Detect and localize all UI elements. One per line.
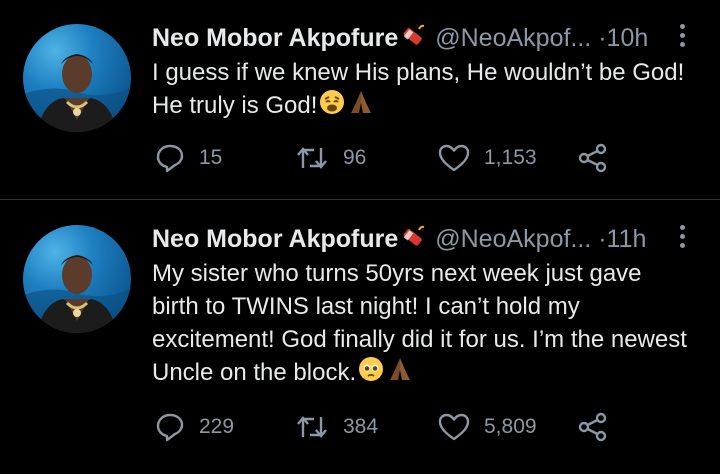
retweet-icon bbox=[297, 416, 327, 438]
reply-count: 229 bbox=[199, 415, 235, 438]
tweet-text-content: I guess if we knew His plans, He wouldn’… bbox=[152, 59, 685, 119]
avatar-photo bbox=[23, 255, 131, 333]
reply-count: 15 bbox=[199, 146, 223, 169]
retweet-button[interactable]: 384 bbox=[295, 409, 378, 445]
like-count: 5,809 bbox=[484, 415, 537, 438]
more-options-icon[interactable] bbox=[678, 225, 686, 253]
folded-hands-emoji-icon bbox=[386, 356, 414, 391]
firecracker-icon bbox=[400, 224, 428, 256]
share-button[interactable] bbox=[577, 140, 609, 176]
like-button[interactable]: 1,153 bbox=[438, 140, 537, 176]
tweet-actions: 229 384 5,809 bbox=[155, 409, 635, 445]
like-count: 1,153 bbox=[484, 146, 537, 169]
weary-face-emoji-icon bbox=[319, 89, 345, 124]
share-icon bbox=[578, 412, 607, 442]
author-name[interactable]: Neo Mobor Akpofure bbox=[152, 24, 398, 52]
timestamp[interactable]: 11h bbox=[607, 225, 647, 253]
avatar[interactable] bbox=[23, 225, 131, 333]
reply-icon bbox=[156, 413, 184, 442]
folded-hands-emoji-icon bbox=[347, 89, 375, 124]
reply-button[interactable]: 229 bbox=[155, 409, 234, 445]
heart-icon bbox=[438, 144, 470, 172]
more-options-icon[interactable] bbox=[678, 24, 686, 52]
tweet-text: My sister who turns 50yrs next week just… bbox=[152, 257, 692, 391]
retweet-count: 96 bbox=[343, 146, 367, 169]
tweet-actions: 15 96 1,153 bbox=[155, 140, 635, 176]
like-button[interactable]: 5,809 bbox=[438, 409, 537, 445]
avatar-photo bbox=[23, 54, 131, 132]
tweet-header: Neo Mobor Akpofure @NeoAkpof... ·10h bbox=[152, 22, 692, 54]
timestamp[interactable]: 10h bbox=[607, 24, 649, 52]
firecracker-icon bbox=[400, 23, 428, 55]
retweet-button[interactable]: 96 bbox=[295, 140, 366, 176]
retweet-count: 384 bbox=[343, 415, 379, 438]
tweet-text-content: My sister who turns 50yrs next week just… bbox=[152, 260, 687, 386]
tweet-header: Neo Mobor Akpofure @NeoAkpof... ·11h bbox=[152, 223, 692, 255]
retweet-icon bbox=[297, 147, 327, 169]
tweet-text: I guess if we knew His plans, He wouldn’… bbox=[152, 56, 692, 124]
avatar[interactable] bbox=[23, 24, 131, 132]
reply-button[interactable]: 15 bbox=[155, 140, 222, 176]
pleading-face-emoji-icon bbox=[358, 356, 384, 391]
separator-dot: · bbox=[598, 24, 607, 52]
tweet[interactable]: Neo Mobor Akpofure @NeoAkpof... ·10h I g… bbox=[0, 0, 720, 199]
tweet-divider bbox=[0, 199, 720, 200]
share-icon bbox=[578, 143, 607, 173]
author-name[interactable]: Neo Mobor Akpofure bbox=[152, 225, 398, 253]
author-handle[interactable]: @NeoAkpof... bbox=[435, 225, 591, 253]
reply-icon bbox=[156, 144, 184, 173]
heart-icon bbox=[438, 413, 470, 441]
separator-dot: · bbox=[598, 225, 607, 253]
author-handle[interactable]: @NeoAkpof... bbox=[435, 24, 591, 52]
share-button[interactable] bbox=[577, 409, 609, 445]
tweet[interactable]: Neo Mobor Akpofure @NeoAkpof... ·11h My … bbox=[0, 201, 720, 474]
